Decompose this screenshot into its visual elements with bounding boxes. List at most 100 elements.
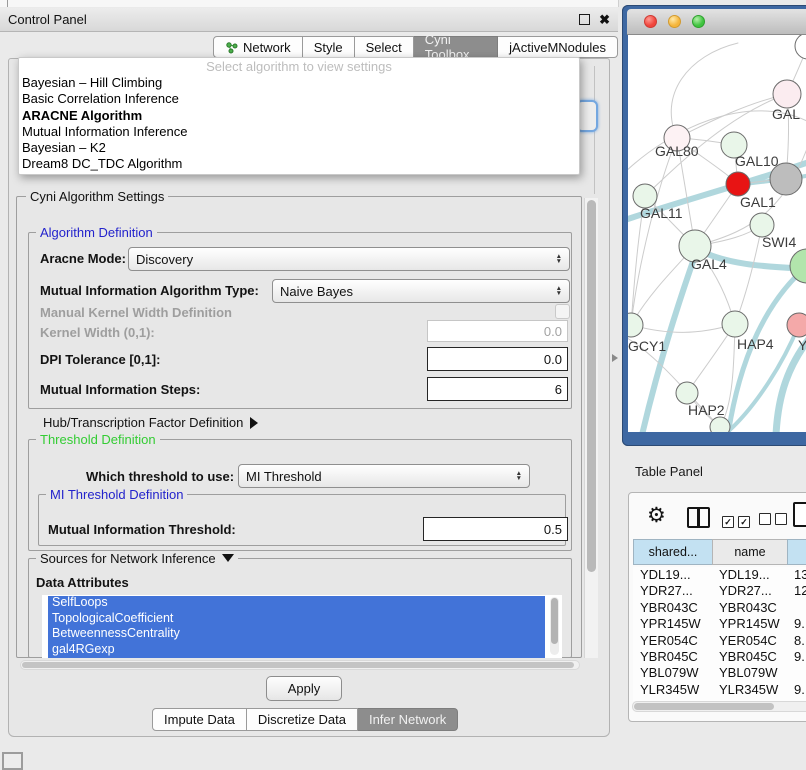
tab-select[interactable]: Select (355, 36, 414, 58)
table-row[interactable]: YBL079WYBL079W (633, 665, 806, 681)
data-attributes-list[interactable]: SelfLoopsTopologicalCoefficientBetweenne… (42, 595, 562, 658)
table-row[interactable]: YLR345WYLR345W9. (633, 682, 806, 698)
algorithm-option[interactable]: Basic Correlation Inference (19, 91, 579, 107)
table-row[interactable]: YBR045CYBR045C9. (633, 649, 806, 665)
tab-network[interactable]: Network (213, 36, 303, 58)
data-attributes-label: Data Attributes (36, 575, 129, 590)
table-horizontal-scrollbar[interactable] (632, 701, 806, 712)
gear-icon[interactable]: ⚙ (647, 503, 666, 528)
unchecked-checkboxes-icon[interactable] (759, 512, 791, 530)
manual-kernel-label: Manual Kernel Width Definition (40, 305, 232, 320)
table-cell: YBR045C (712, 649, 787, 665)
algorithm-option[interactable]: Bayesian – Hill Climbing (19, 75, 579, 91)
settings-horizontal-scrollbar[interactable] (20, 660, 580, 670)
bottom-tab-impute-data[interactable]: Impute Data (152, 708, 247, 731)
hub-definition-toggle[interactable]: Hub/Transcription Factor Definition (43, 415, 258, 430)
document-icon[interactable] (793, 502, 806, 527)
table-row[interactable]: YDL19...YDL19...13 (633, 567, 806, 583)
table-cell: YDR27... (712, 583, 787, 599)
combo-stepper-icon: ▲▼ (556, 286, 562, 297)
table-cell: YBL079W (712, 665, 787, 681)
network-edge (671, 43, 738, 138)
checked-checkboxes-icon[interactable]: ✓✓ (722, 512, 754, 530)
table-cell: YPR145W (712, 616, 787, 632)
control-panel-titlebar: Control Panel ✖ (0, 8, 618, 32)
algorithm-dropdown-list: Select algorithm to view settings Bayesi… (18, 57, 580, 175)
table-panel: ⚙ ✓✓ shared...nameA YDL19...YDL19...13YD… (628, 492, 806, 722)
bottom-tab-infer-network[interactable]: Infer Network (358, 708, 458, 731)
table-panel-title: Table Panel (635, 464, 703, 479)
attribute-list-item[interactable]: SelfLoops (42, 595, 562, 611)
attribute-list-item[interactable]: TopologicalCoefficient (42, 611, 562, 627)
tab-style[interactable]: Style (303, 36, 355, 58)
combo-stepper-icon: ▲▼ (516, 471, 522, 482)
cyni-algorithm-settings-legend: Cyni Algorithm Settings (26, 189, 168, 204)
table-row[interactable]: YBR043CYBR043C (633, 600, 806, 616)
column-layout-icon[interactable] (687, 507, 710, 528)
panel-splitter-collapse-icon[interactable] (612, 354, 618, 362)
table-cell: 8. (787, 633, 806, 649)
network-node-gcy1[interactable] (628, 313, 643, 337)
threshold-definition-legend: Threshold Definition (36, 432, 160, 447)
table-row[interactable]: YPR145WYPR145W9. (633, 616, 806, 632)
algorithm-option[interactable]: ARACNE Algorithm (19, 108, 579, 124)
network-node-hap2[interactable] (676, 382, 698, 404)
table-row[interactable]: YER054CYER054C8. (633, 633, 806, 649)
settings-vertical-scrollbar[interactable] (584, 198, 598, 658)
kernel-width-input[interactable]: 0.0 (427, 320, 568, 342)
table-cell: YDL19... (712, 567, 787, 583)
column-header[interactable]: shared... (633, 539, 712, 565)
bottom-tab-bar: Impute DataDiscretize DataInfer Network (152, 708, 458, 731)
network-node[interactable] (795, 35, 806, 59)
network-node-gal[interactable] (773, 80, 801, 108)
algorithm-definition-legend: Algorithm Definition (36, 225, 157, 240)
dpi-tolerance-input[interactable]: 0.0 (427, 347, 568, 371)
zoom-traffic-light-icon[interactable] (692, 15, 705, 28)
attribute-list-item[interactable]: gal4RGexp (42, 642, 562, 658)
mi-threshold-input[interactable]: 0.5 (423, 517, 568, 541)
which-threshold-combo[interactable]: MI Threshold ▲▼ (238, 464, 530, 488)
mi-steps-input[interactable]: 6 (427, 377, 568, 401)
apply-button[interactable]: Apply (266, 676, 342, 701)
table-cell: 9. (787, 649, 806, 665)
node-label: HAP2 (688, 402, 725, 418)
node-label: GAL1 (740, 194, 776, 210)
table-row[interactable]: YDR27...YDR27...12 (633, 583, 806, 599)
which-threshold-value: MI Threshold (246, 469, 322, 484)
sources-legend[interactable]: Sources for Network Inference (36, 551, 238, 566)
algorithm-dropdown-placeholder: Select algorithm to view settings (19, 58, 579, 75)
aracne-mode-label: Aracne Mode: (40, 251, 126, 266)
network-node-hap4[interactable] (722, 311, 748, 337)
tab-cyni-toolbox[interactable]: Cyni Toolbox (414, 36, 498, 58)
network-edge (631, 324, 735, 332)
network-node-gal1[interactable] (726, 172, 750, 196)
column-header[interactable]: name (712, 539, 787, 565)
minimize-traffic-light-icon[interactable] (668, 15, 681, 28)
attributes-list-scrollbar[interactable] (550, 597, 559, 655)
mi-steps-label: Mutual Information Steps: (40, 382, 200, 397)
network-canvas[interactable]: GALGAL80GAL10GAL1GAL11SWI4GAL4GCY1HAP4YH… (628, 35, 806, 432)
network-node-y[interactable] (787, 313, 806, 337)
bottom-left-panel-icon[interactable] (2, 752, 23, 770)
mi-type-value: Naive Bayes (280, 284, 353, 299)
algorithm-option[interactable]: Mutual Information Inference (19, 124, 579, 140)
table-rows: YDL19...YDL19...13YDR27...YDR27...12YBR0… (633, 567, 806, 701)
table-cell (787, 665, 806, 681)
mi-type-combo[interactable]: Naive Bayes ▲▼ (272, 279, 570, 303)
close-traffic-light-icon[interactable] (644, 15, 657, 28)
control-panel-title: Control Panel (8, 12, 87, 27)
column-header[interactable]: A (787, 539, 806, 565)
bottom-tab-discretize-data[interactable]: Discretize Data (247, 708, 358, 731)
algorithm-option[interactable]: Bayesian – K2 (19, 140, 579, 156)
manual-kernel-checkbox[interactable] (555, 304, 570, 319)
float-window-icon[interactable] (579, 14, 590, 25)
aracne-mode-combo[interactable]: Discovery ▲▼ (128, 247, 570, 271)
attribute-list-item[interactable]: BetweennessCentrality (42, 626, 562, 642)
network-view-window[interactable]: GALGAL80GAL10GAL1GAL11SWI4GAL4GCY1HAP4YH… (622, 5, 806, 446)
tab-label: jActiveMNodules (509, 40, 606, 55)
node-label: GAL10 (735, 153, 779, 169)
tab-jactivemnodules[interactable]: jActiveMNodules (498, 36, 618, 58)
algorithm-option[interactable]: Dream8 DC_TDC Algorithm (19, 156, 579, 172)
network-node[interactable] (710, 417, 730, 432)
close-icon[interactable]: ✖ (599, 15, 610, 25)
